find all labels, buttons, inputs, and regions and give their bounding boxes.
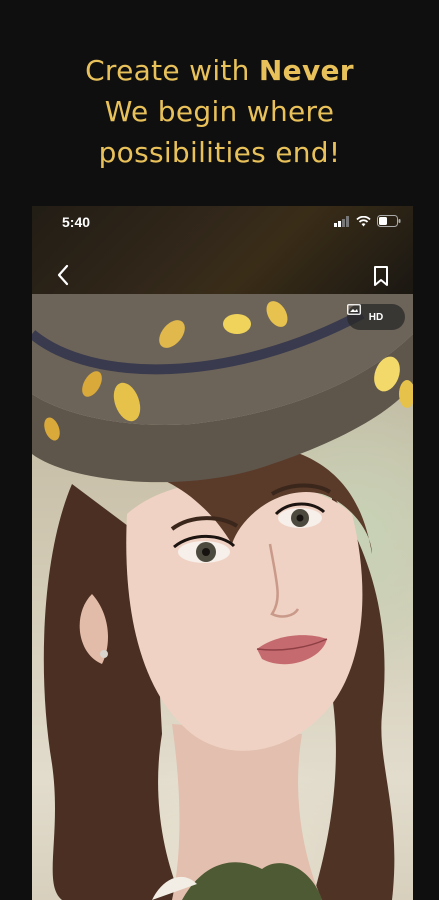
hd-badge[interactable]: HD [347, 304, 405, 330]
nav-bar [32, 264, 413, 294]
battery-icon [377, 215, 401, 227]
bookmark-icon[interactable] [373, 265, 389, 287]
phone-screenshot: 5:40 HD [32, 206, 413, 900]
status-icons [334, 215, 401, 227]
headline-prefix: Create with [85, 54, 259, 87]
portrait-illustration [32, 294, 413, 900]
status-time: 5:40 [62, 214, 91, 230]
back-arrow-icon[interactable] [56, 264, 70, 286]
hd-label: HD [368, 311, 384, 323]
image-quality-icon [347, 304, 361, 315]
headline-line-1: Create with Never [0, 50, 439, 91]
status-bar: 5:40 [32, 206, 413, 296]
wifi-icon [356, 215, 371, 226]
brand-name: Never [258, 54, 354, 87]
headline: Create with Never We begin where possibi… [0, 50, 439, 173]
headline-line-2: We begin where [104, 95, 335, 128]
signal-icon [334, 215, 349, 227]
headline-line-3: possibilities end! [98, 136, 341, 169]
generated-portrait-image[interactable]: HD [32, 294, 413, 900]
